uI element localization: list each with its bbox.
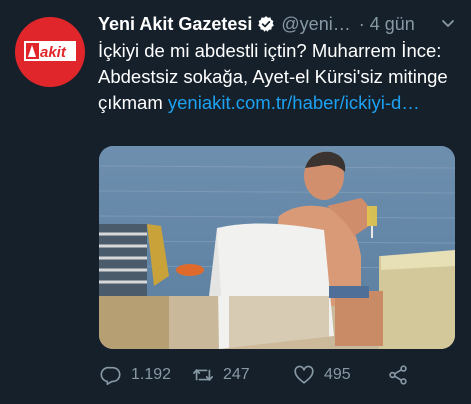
tweet-actions: 1.192 247 495	[100, 360, 440, 390]
beach-photo-image	[99, 146, 455, 349]
retweet-button[interactable]: 247	[192, 360, 250, 390]
heart-icon	[294, 365, 314, 384]
retweet-count: 247	[223, 366, 250, 383]
verified-badge-icon	[258, 16, 275, 32]
like-count: 495	[324, 366, 351, 383]
tweet[interactable]: akit Yeni Akit Gazetesi @yeni… · 4 gün İ…	[0, 0, 471, 404]
tweet-photo[interactable]	[99, 146, 455, 349]
akit-logo-icon: akit	[24, 41, 76, 61]
avatar[interactable]: akit	[15, 17, 85, 87]
separator-dot: ·	[358, 13, 365, 34]
reply-button[interactable]: 1.192	[100, 360, 171, 390]
share-icon	[389, 365, 407, 385]
tweet-header: Yeni Akit Gazetesi @yeni… · 4 gün	[98, 11, 460, 37]
svg-text:akit: akit	[40, 44, 67, 61]
like-button[interactable]: 495	[293, 360, 351, 390]
timestamp[interactable]: 4 gün	[370, 14, 415, 35]
author-handle[interactable]: @yeni…	[281, 14, 350, 35]
share-button[interactable]	[387, 360, 409, 390]
reply-count: 1.192	[131, 366, 172, 383]
tweet-text: İçkiyi de mi abdestli içtin? Muharrem İn…	[98, 38, 458, 116]
reply-icon	[100, 366, 121, 385]
tweet-link[interactable]: yeniakit.com.tr/haber/ickiyi-d…	[168, 92, 420, 113]
author-name[interactable]: Yeni Akit Gazetesi	[98, 14, 252, 35]
retweet-icon	[193, 369, 213, 381]
chevron-down-icon[interactable]	[440, 15, 456, 31]
